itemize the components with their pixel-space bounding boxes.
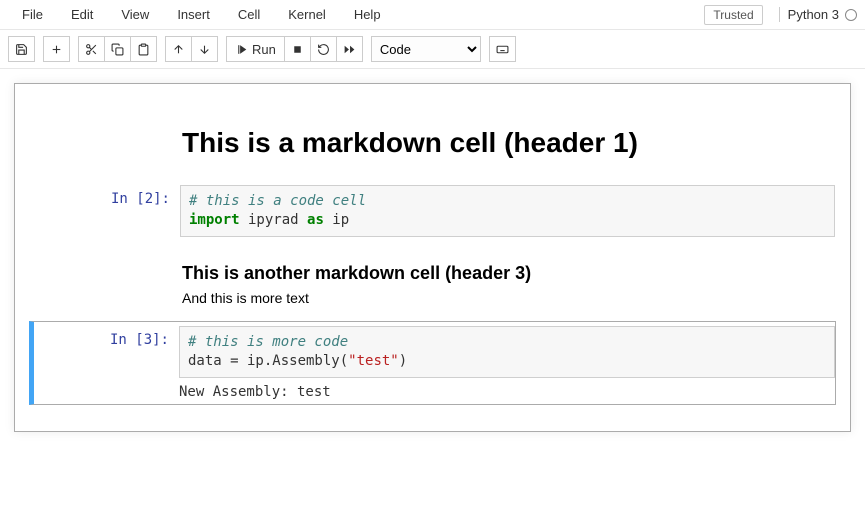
plus-icon bbox=[50, 43, 63, 56]
arrow-up-icon bbox=[172, 43, 185, 56]
code-text: ipyrad bbox=[240, 212, 307, 228]
run-button[interactable]: Run bbox=[226, 36, 285, 62]
save-icon bbox=[15, 43, 28, 56]
prompt bbox=[30, 253, 180, 310]
markdown-h1: This is a markdown cell (header 1) bbox=[182, 127, 833, 159]
markdown-rendered: This is a markdown cell (header 1) bbox=[180, 117, 835, 169]
interrupt-button[interactable] bbox=[285, 36, 311, 62]
run-icon bbox=[235, 43, 248, 56]
kernel-status-icon bbox=[845, 9, 857, 21]
prompt bbox=[30, 117, 180, 169]
restart-button[interactable] bbox=[311, 36, 337, 62]
restart-icon bbox=[317, 43, 330, 56]
menu-help[interactable]: Help bbox=[340, 3, 395, 26]
code-keyword: as bbox=[307, 212, 324, 228]
menubar: File Edit View Insert Cell Kernel Help T… bbox=[0, 0, 865, 30]
stop-icon bbox=[291, 43, 304, 56]
markdown-cell[interactable]: This is a markdown cell (header 1) bbox=[29, 112, 836, 174]
code-string: "test" bbox=[348, 353, 399, 369]
kernel-indicator[interactable]: Python 3 bbox=[779, 7, 857, 22]
restart-run-all-button[interactable] bbox=[337, 36, 363, 62]
markdown-rendered: This is another markdown cell (header 3)… bbox=[180, 253, 835, 310]
cut-icon bbox=[85, 43, 98, 56]
input-prompt: In [2]: bbox=[30, 185, 180, 237]
keyboard-icon bbox=[496, 43, 509, 56]
kernel-name: Python 3 bbox=[788, 7, 839, 22]
code-comment: # this is a code cell bbox=[189, 193, 366, 209]
notebook: This is a markdown cell (header 1) In [2… bbox=[14, 83, 851, 432]
copy-button[interactable] bbox=[105, 36, 131, 62]
code-text: ) bbox=[399, 353, 407, 369]
copy-icon bbox=[111, 43, 124, 56]
toolbar: Run Code bbox=[0, 30, 865, 69]
add-cell-button[interactable] bbox=[43, 36, 70, 62]
menu-edit[interactable]: Edit bbox=[57, 3, 107, 26]
arrow-down-icon bbox=[198, 43, 211, 56]
menu-cell[interactable]: Cell bbox=[224, 3, 274, 26]
menu-insert[interactable]: Insert bbox=[163, 3, 224, 26]
move-up-button[interactable] bbox=[165, 36, 192, 62]
trusted-indicator[interactable]: Trusted bbox=[704, 5, 762, 25]
fast-forward-icon bbox=[343, 43, 356, 56]
code-text: data = ip.Assembly( bbox=[188, 353, 348, 369]
code-output: New Assembly: test bbox=[179, 378, 835, 400]
code-comment: # this is more code bbox=[188, 334, 348, 350]
markdown-p: And this is more text bbox=[182, 290, 833, 306]
paste-button[interactable] bbox=[131, 36, 157, 62]
save-button[interactable] bbox=[8, 36, 35, 62]
menu-kernel[interactable]: Kernel bbox=[274, 3, 340, 26]
run-label: Run bbox=[252, 42, 276, 57]
cut-button[interactable] bbox=[78, 36, 105, 62]
code-text: ip bbox=[324, 212, 349, 228]
code-cell-body: # this is more code data = ip.Assembly("… bbox=[179, 326, 835, 400]
markdown-cell[interactable]: This is another markdown cell (header 3)… bbox=[29, 248, 836, 315]
input-prompt: In [3]: bbox=[34, 326, 179, 400]
markdown-h3: This is another markdown cell (header 3) bbox=[182, 263, 833, 284]
code-cell[interactable]: In [2]: # this is a code cell import ipy… bbox=[29, 180, 836, 242]
move-down-button[interactable] bbox=[192, 36, 218, 62]
paste-icon bbox=[137, 43, 150, 56]
menu-file[interactable]: File bbox=[8, 3, 57, 26]
menu-view[interactable]: View bbox=[107, 3, 163, 26]
code-input[interactable]: # this is a code cell import ipyrad as i… bbox=[180, 185, 835, 237]
cell-type-select[interactable]: Code bbox=[371, 36, 481, 62]
code-cell-body: # this is a code cell import ipyrad as i… bbox=[180, 185, 835, 237]
code-keyword: import bbox=[189, 212, 240, 228]
notebook-container: This is a markdown cell (header 1) In [2… bbox=[0, 69, 865, 446]
command-palette-button[interactable] bbox=[489, 36, 516, 62]
code-input[interactable]: # this is more code data = ip.Assembly("… bbox=[179, 326, 835, 378]
code-cell-selected[interactable]: In [3]: # this is more code data = ip.As… bbox=[29, 321, 836, 405]
